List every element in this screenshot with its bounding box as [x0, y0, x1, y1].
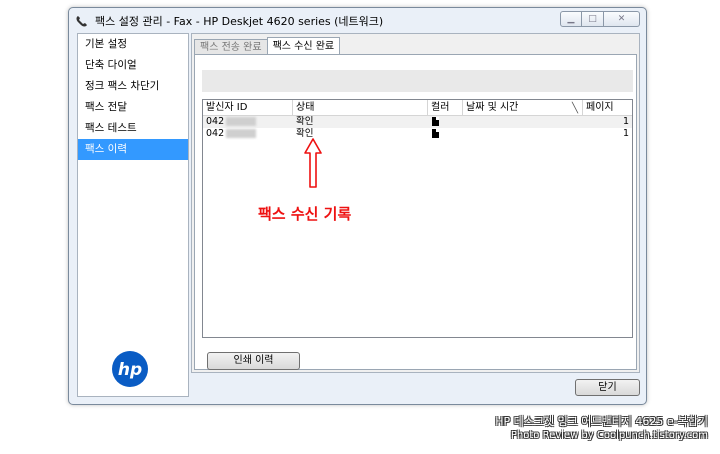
minimize-icon: ▁ [567, 14, 575, 24]
annotation-arrow-icon [304, 138, 322, 188]
cell-color [428, 128, 463, 140]
cell-sender: 042 [203, 128, 293, 140]
toolbar-band [202, 70, 633, 92]
column-sender-id[interactable]: 발신자 ID [203, 100, 293, 116]
sidebar-item-fax-history[interactable]: 팩스 이력 [78, 139, 188, 160]
table-row[interactable]: 042 확인 1 [203, 116, 632, 128]
column-date-time[interactable]: 날짜 및 시간 ╲ [463, 100, 583, 116]
column-date-time-label: 날짜 및 시간 [466, 102, 519, 113]
watermark-credit: Photo Review by Coolpunch.tistory.com [510, 430, 708, 441]
cell-color [428, 116, 463, 128]
document-icon [432, 117, 439, 126]
sidebar-item-fax-forwarding[interactable]: 팩스 전달 [78, 97, 188, 118]
document-icon [432, 129, 439, 138]
list-rows: 042 확인 1 042 확인 1 [203, 116, 632, 140]
fax-settings-window: 팩스 설정 관리 - Fax - HP Deskjet 4620 series … [68, 7, 647, 405]
sort-indicator-icon: ╲ [571, 103, 578, 114]
hp-logo: hp [112, 351, 148, 387]
sidebar-item-basic-settings[interactable]: 기본 설정 [78, 34, 188, 55]
column-pages[interactable]: 페이지 [583, 100, 632, 116]
sender-id-text: 042 [206, 128, 225, 139]
window-controls: ▁ □ ✕ [560, 11, 640, 27]
maximize-button[interactable]: □ [582, 11, 604, 27]
sidebar-item-junk-fax-blocker[interactable]: 정크 팩스 차단기 [78, 76, 188, 97]
watermark-title: HP 데스크젯 잉크 어드밴티지 4625 e-복합기 [495, 415, 708, 428]
sender-id-text: 042 [206, 116, 225, 127]
fax-icon [76, 15, 87, 26]
cell-date-time [463, 128, 583, 140]
redacted-blur [226, 129, 257, 138]
maximize-icon: □ [588, 14, 597, 24]
cell-pages: 1 [622, 128, 629, 139]
cell-pages: 1 [622, 116, 629, 127]
annotation-label: 팩스 수신 기록 [258, 205, 352, 223]
tab-received-faxes[interactable]: 팩스 수신 완료 [266, 37, 341, 55]
close-icon: ✕ [617, 14, 626, 24]
hp-logo-text: hp [118, 360, 142, 380]
redacted-blur [226, 117, 257, 126]
window-title: 팩스 설정 관리 - Fax - HP Deskjet 4620 series … [95, 14, 384, 28]
tab-sent-faxes[interactable]: 팩스 전송 완료 [194, 39, 268, 55]
column-status[interactable]: 상태 [293, 100, 428, 116]
minimize-button[interactable]: ▁ [560, 11, 582, 27]
sidebar: 기본 설정 단축 다이얼 정크 팩스 차단기 팩스 전달 팩스 테스트 팩스 이… [77, 33, 189, 397]
cell-date-time [463, 116, 583, 128]
cell-status: 확인 [296, 116, 314, 127]
table-row[interactable]: 042 확인 1 [203, 128, 632, 140]
column-color[interactable]: 컬러 [428, 100, 463, 116]
sidebar-item-fax-test[interactable]: 팩스 테스트 [78, 118, 188, 139]
cell-sender: 042 [203, 116, 293, 128]
close-window-button[interactable]: ✕ [604, 11, 640, 27]
title-bar: 팩스 설정 관리 - Fax - HP Deskjet 4620 series … [69, 8, 646, 33]
print-history-button[interactable]: 인쇄 이력 [207, 352, 300, 370]
close-button[interactable]: 닫기 [575, 379, 640, 396]
list-header: 발신자 ID 상태 컬러 날짜 및 시간 ╲ 페이지 [203, 100, 632, 116]
sidebar-item-speed-dial[interactable]: 단축 다이얼 [78, 55, 188, 76]
tab-strip: 팩스 전송 완료 팩스 수신 완료 [194, 37, 341, 55]
